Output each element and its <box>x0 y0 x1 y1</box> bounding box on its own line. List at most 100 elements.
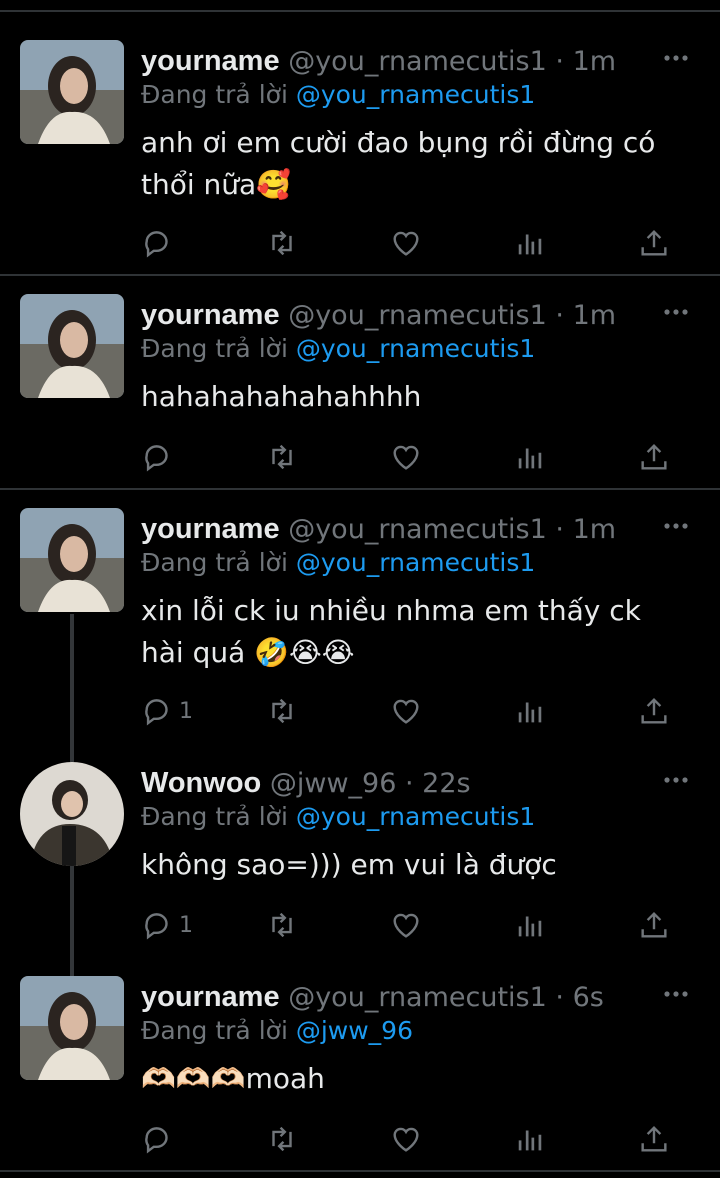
retweet-icon <box>272 230 292 256</box>
share-icon <box>641 911 667 938</box>
like-icon <box>393 699 419 724</box>
reply-context: Đang trả lời @jww_96 <box>141 1014 413 1048</box>
reply-count: 1 <box>179 698 193 724</box>
like-button[interactable] <box>389 694 423 728</box>
views-button[interactable] <box>513 1122 547 1156</box>
avatar[interactable] <box>20 508 124 612</box>
share-button[interactable] <box>637 226 671 260</box>
top-divider <box>0 10 720 12</box>
reply-button[interactable]: 1 <box>141 694 193 728</box>
like-icon <box>393 445 419 470</box>
tweet-text: 🫶🏻🫶🏻🫶🏻moah <box>141 1062 325 1095</box>
display-name[interactable]: Wonwoo <box>141 767 261 799</box>
reply-context: Đang trả lời @you_rnamecutis1 <box>141 332 535 366</box>
retweet-button[interactable] <box>265 1122 299 1156</box>
share-button[interactable] <box>637 440 671 474</box>
views-icon <box>518 702 542 723</box>
tweet-header: yourname @you_rnamecutis1 · 1m <box>141 298 616 332</box>
reply-prefix: Đang trả lời <box>141 334 288 363</box>
action-bar <box>141 440 681 474</box>
more-icon[interactable] <box>662 768 690 792</box>
action-bar: 1 <box>141 908 681 942</box>
like-button[interactable] <box>389 908 423 942</box>
reply-mention[interactable]: @you_rnamecutis1 <box>296 334 535 363</box>
views-icon <box>518 916 542 937</box>
retweet-button[interactable] <box>265 440 299 474</box>
bottom-divider <box>0 1170 720 1172</box>
reply-button[interactable]: 1 <box>141 908 193 942</box>
retweet-button[interactable] <box>265 694 299 728</box>
reply-icon <box>145 1127 168 1154</box>
reply-icon <box>145 913 168 940</box>
reply-button[interactable] <box>141 1122 179 1156</box>
tweet[interactable]: yourname @you_rnamecutis1 · 6s Đang trả … <box>0 976 720 1166</box>
timestamp[interactable]: 22s <box>422 768 470 799</box>
views-button[interactable] <box>513 908 547 942</box>
display-name[interactable]: yourname <box>141 299 280 331</box>
separator: · <box>555 46 564 77</box>
user-handle[interactable]: @you_rnamecutis1 <box>288 982 547 1013</box>
reply-button[interactable] <box>141 440 179 474</box>
reply-mention[interactable]: @jww_96 <box>296 1016 413 1045</box>
timestamp[interactable]: 1m <box>573 46 616 77</box>
reply-button[interactable] <box>141 226 179 260</box>
reply-icon <box>145 231 168 258</box>
user-handle[interactable]: @you_rnamecutis1 <box>288 46 547 77</box>
share-button[interactable] <box>637 908 671 942</box>
more-icon[interactable] <box>662 514 690 538</box>
like-button[interactable] <box>389 440 423 474</box>
reply-icon <box>145 445 168 472</box>
avatar[interactable] <box>20 762 124 866</box>
tweet-header: yourname @you_rnamecutis1 · 1m <box>141 44 616 78</box>
timestamp[interactable]: 1m <box>573 514 616 545</box>
tweet[interactable]: Wonwoo @jww_96 · 22s Đang trả lời @you_r… <box>0 762 720 962</box>
display-name[interactable]: yourname <box>141 513 280 545</box>
user-handle[interactable]: @you_rnamecutis1 <box>288 300 547 331</box>
retweet-button[interactable] <box>265 908 299 942</box>
retweet-icon <box>272 1126 292 1152</box>
more-icon[interactable] <box>662 46 690 70</box>
separator: · <box>555 982 564 1013</box>
like-button[interactable] <box>389 226 423 260</box>
share-icon <box>641 229 667 256</box>
tweet-text: không sao=))) em vui là được <box>141 848 557 881</box>
display-name[interactable]: yourname <box>141 45 280 77</box>
yourname-avatar-image <box>20 294 124 398</box>
more-icon[interactable] <box>662 982 690 1006</box>
user-handle[interactable]: @you_rnamecutis1 <box>288 514 547 545</box>
tweet-header: Wonwoo @jww_96 · 22s <box>141 766 471 800</box>
views-button[interactable] <box>513 694 547 728</box>
like-icon <box>393 231 419 256</box>
like-icon <box>393 1127 419 1152</box>
reply-mention[interactable]: @you_rnamecutis1 <box>296 548 535 577</box>
reply-prefix: Đang trả lời <box>141 548 288 577</box>
timestamp[interactable]: 6s <box>573 982 604 1013</box>
views-icon <box>518 1130 542 1151</box>
action-bar <box>141 1122 681 1156</box>
like-button[interactable] <box>389 1122 423 1156</box>
share-button[interactable] <box>637 1122 671 1156</box>
views-button[interactable] <box>513 440 547 474</box>
avatar[interactable] <box>20 976 124 1080</box>
share-button[interactable] <box>637 694 671 728</box>
avatar[interactable] <box>20 40 124 144</box>
display-name[interactable]: yourname <box>141 981 280 1013</box>
tweet-divider <box>0 274 720 276</box>
user-handle[interactable]: @jww_96 <box>270 768 397 799</box>
retweet-icon <box>272 912 292 938</box>
tweet[interactable]: yourname @you_rnamecutis1 · 1m Đang trả … <box>0 40 720 270</box>
tweet[interactable]: yourname @you_rnamecutis1 · 1m Đang trả … <box>0 294 720 484</box>
timestamp[interactable]: 1m <box>573 300 616 331</box>
more-icon[interactable] <box>662 300 690 324</box>
retweet-button[interactable] <box>265 226 299 260</box>
tweet-text: hahahahahahahhhh <box>141 380 422 413</box>
reply-prefix: Đang trả lời <box>141 802 288 831</box>
reply-mention[interactable]: @you_rnamecutis1 <box>296 80 535 109</box>
views-button[interactable] <box>513 226 547 260</box>
avatar[interactable] <box>20 294 124 398</box>
reply-context: Đang trả lời @you_rnamecutis1 <box>141 546 535 580</box>
share-icon <box>641 697 667 724</box>
reply-mention[interactable]: @you_rnamecutis1 <box>296 802 535 831</box>
tweet[interactable]: yourname @you_rnamecutis1 · 1m Đang trả … <box>0 508 720 748</box>
reply-count: 1 <box>179 912 193 938</box>
